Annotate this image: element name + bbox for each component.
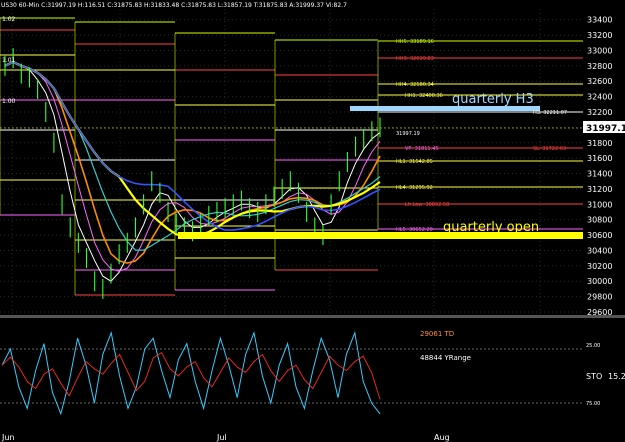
level-sl: SL: 31722.63 — [533, 146, 566, 152]
quarterly-open-label: quarterly open — [443, 220, 539, 235]
level-hh4: HH4: 32580.34 — [396, 82, 434, 88]
osc-level-25: 25.00 — [586, 343, 600, 349]
sto-value: 15.2 — [608, 372, 625, 381]
y-tick-13: 30800 — [587, 216, 612, 225]
level-hh3: HH3: 32619.83 — [396, 56, 434, 62]
left-label-1: 1.01 — [2, 57, 16, 64]
header-text: US30 60-Min C:31997.19 H:116.51 C:31875.… — [1, 2, 347, 9]
level-hl4: HL4: 31295.92 — [396, 185, 433, 191]
level-hh5: HH5: 33189.16 — [396, 39, 434, 45]
y-tick-14: 30600 — [587, 231, 612, 240]
y-tick-0: 33400 — [587, 16, 612, 25]
y-tick-2: 33000 — [587, 46, 612, 55]
y-tick-6: 32200 — [587, 108, 612, 117]
level-hl5: HL5: 30652.20 — [396, 227, 433, 233]
sto-label: STO — [586, 372, 602, 381]
y-tick-4: 32600 — [587, 77, 612, 86]
y-tick-3: 32800 — [587, 62, 612, 71]
chart-window: US30 60-Min C:31997.19 H:116.51 C:31875.… — [0, 0, 625, 442]
level-close-tag: 31997.19 — [396, 131, 420, 137]
panel-divider[interactable] — [0, 315, 625, 318]
y-tick-12: 31000 — [587, 200, 612, 209]
y-tick-5: 32400 — [587, 93, 612, 102]
left-label-2: 1.00 — [2, 98, 16, 105]
y-tick-17: 30000 — [587, 277, 612, 286]
oscillator-panel — [0, 318, 583, 433]
current-price-label: 31997.19 — [586, 124, 625, 134]
x-label-1: Jul — [216, 433, 227, 442]
price-axis: 3340033200330003280032600324003220032000… — [587, 16, 612, 317]
y-tick-18: 29800 — [587, 293, 612, 302]
td-label: 29061 TD — [420, 330, 454, 338]
x-label-0: Jun — [1, 433, 15, 442]
level-lh-low: Lh Low: 30892.58 — [405, 202, 449, 208]
left-label-0: 1.02 — [2, 16, 16, 23]
x-label-2: Aug — [434, 433, 450, 442]
y-tick-16: 30200 — [587, 262, 612, 271]
price-panel — [0, 9, 583, 315]
time-axis: Jun Jul Aug — [1, 433, 450, 442]
yrange-label: 48844 YRange — [420, 354, 471, 362]
quarterly-h3-label: quarterly H3 — [452, 92, 534, 107]
level-hh1: HH1: 32400.36 — [405, 93, 443, 99]
osc-level-75: 75.00 — [586, 401, 600, 407]
level-vp: VP: 31811.45 — [405, 146, 439, 152]
y-tick-15: 30400 — [587, 246, 612, 255]
y-tick-10: 31400 — [587, 170, 612, 179]
y-tick-9: 31600 — [587, 154, 612, 163]
y-tick-1: 33200 — [587, 31, 612, 40]
level-h3: H3: 32211.07 — [533, 110, 567, 116]
level-hl1: HL1: 31542.85 — [396, 159, 433, 165]
y-tick-11: 31200 — [587, 185, 612, 194]
y-tick-8: 31800 — [587, 139, 612, 148]
